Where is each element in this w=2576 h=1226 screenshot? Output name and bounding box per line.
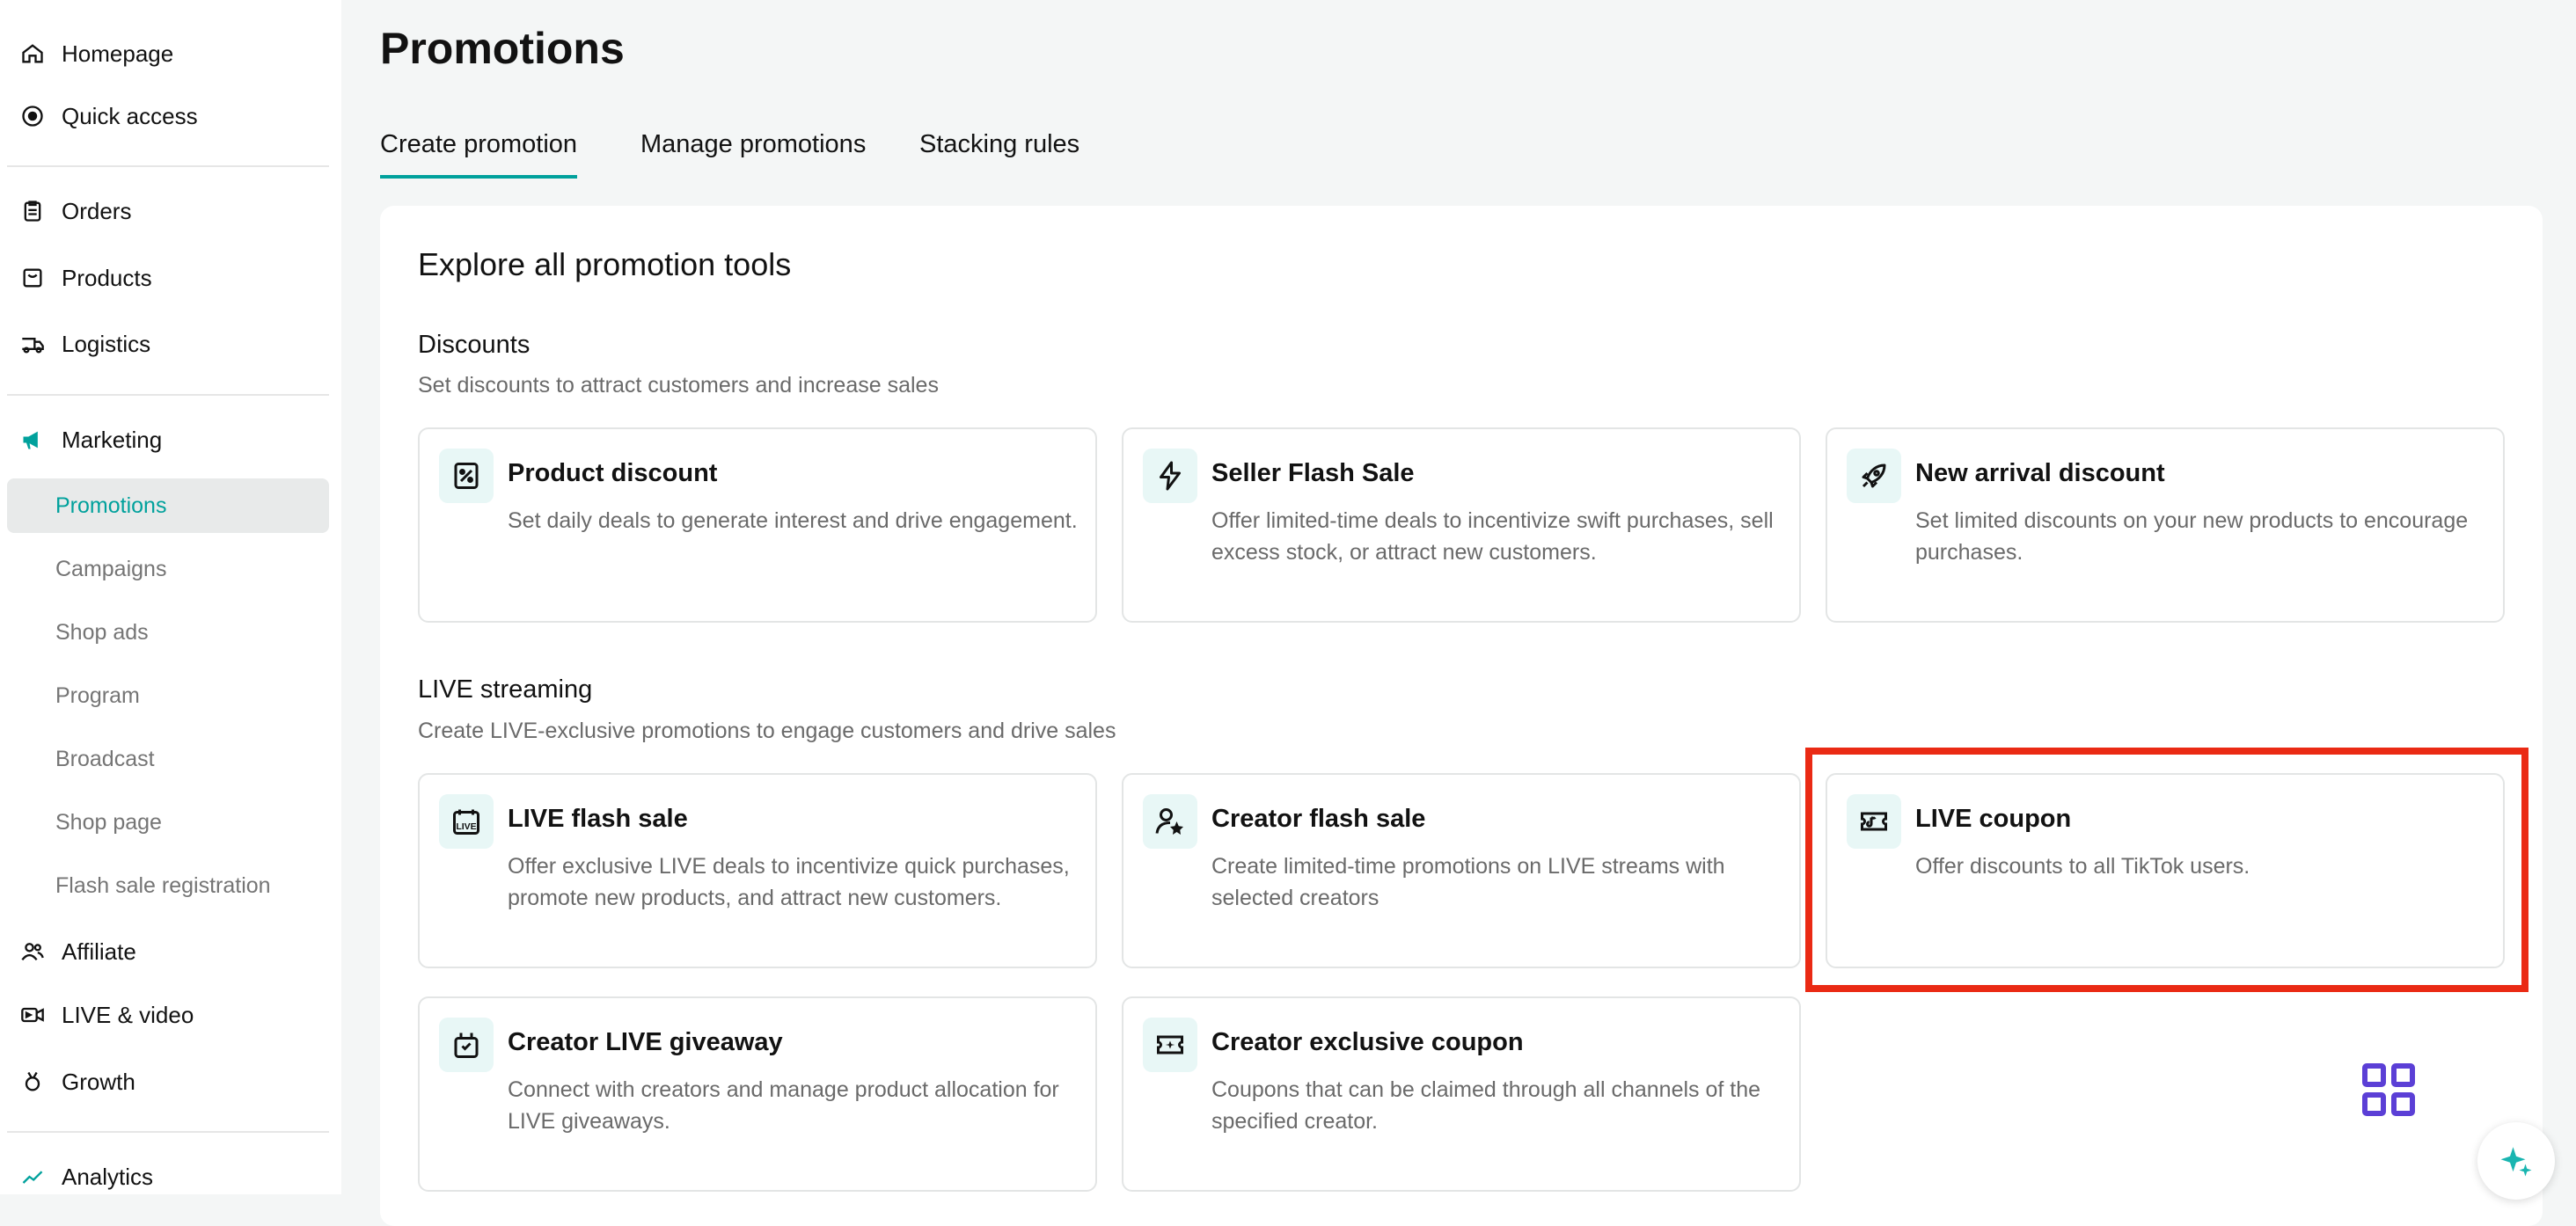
section-title-live-streaming: LIVE streaming xyxy=(418,675,593,704)
svg-text:LIVE: LIVE xyxy=(456,821,476,832)
assistant-sparkle-button[interactable] xyxy=(2477,1122,2555,1200)
clipboard-icon xyxy=(19,198,46,224)
card-new-arrival-discount[interactable]: New arrival discount Set limited discoun… xyxy=(1826,427,2505,623)
nav-logistics[interactable]: Logistics xyxy=(7,317,329,371)
sidebar-divider xyxy=(7,394,329,396)
nav-marketing-label: Marketing xyxy=(62,426,163,453)
card-title: Creator LIVE giveaway xyxy=(508,1028,783,1056)
section-desc-live-streaming: Create LIVE-exclusive promotions to enga… xyxy=(418,719,1116,743)
lightning-icon xyxy=(1143,449,1197,503)
section-title-discounts: Discounts xyxy=(418,331,531,359)
nav-live-video[interactable]: LIVE & video xyxy=(7,988,329,1042)
nav-campaigns[interactable]: Campaigns xyxy=(7,542,329,596)
home-icon xyxy=(19,40,46,67)
card-desc: Create limited-time promotions on LIVE s… xyxy=(1211,854,1725,910)
nav-products[interactable]: Products xyxy=(7,251,329,305)
rocket-icon xyxy=(1847,449,1901,503)
nav-program[interactable]: Program xyxy=(7,668,329,723)
nav-analytics[interactable]: Analytics xyxy=(7,1149,329,1194)
apps-grid-icon[interactable] xyxy=(2361,1062,2416,1117)
nav-live-video-label: LIVE & video xyxy=(62,1001,194,1028)
sidebar-divider xyxy=(7,165,329,167)
video-icon xyxy=(19,1002,46,1028)
main-content: Promotions Create promotion Manage promo… xyxy=(341,0,2576,1226)
nav-products-label: Products xyxy=(62,264,152,291)
analytics-icon xyxy=(19,1164,46,1190)
card-desc: Set limited discounts on your new produc… xyxy=(1915,508,2469,565)
card-desc: Set daily deals to generate interest and… xyxy=(508,508,1078,533)
nav-growth[interactable]: Growth xyxy=(7,1055,329,1109)
sidebar: Homepage Quick access Orders Products Lo… xyxy=(0,0,341,1194)
card-title: Creator flash sale xyxy=(1211,805,1426,833)
nav-homepage-label: Homepage xyxy=(62,40,174,67)
section-desc-discounts: Set discounts to attract customers and i… xyxy=(418,373,939,398)
card-creator-flash-sale[interactable]: Creator flash sale Create limited-time p… xyxy=(1122,773,1801,968)
nav-shop-ads[interactable]: Shop ads xyxy=(7,605,329,660)
card-creator-exclusive-coupon[interactable]: Creator exclusive coupon Coupons that ca… xyxy=(1122,996,1801,1192)
card-title: Creator exclusive coupon xyxy=(1211,1028,1524,1056)
panel-title: Explore all promotion tools xyxy=(418,246,792,282)
card-title: Seller Flash Sale xyxy=(1211,459,1415,487)
people-icon xyxy=(19,938,46,965)
live-calendar-icon: LIVE xyxy=(439,794,494,849)
tab-create-promotion[interactable]: Create promotion xyxy=(380,130,578,179)
creator-coupon-icon xyxy=(1143,1018,1197,1072)
nav-broadcast[interactable]: Broadcast xyxy=(7,732,329,786)
megaphone-icon xyxy=(19,427,46,453)
card-creator-live-giveaway[interactable]: Creator LIVE giveaway Connect with creat… xyxy=(418,996,1097,1192)
nav-quick-access-label: Quick access xyxy=(62,102,198,129)
tab-stacking-rules[interactable]: Stacking rules xyxy=(919,130,1079,175)
highlight-box xyxy=(1805,748,2528,992)
sparkle-icon xyxy=(2500,1147,2532,1177)
sidebar-divider xyxy=(7,1131,329,1133)
card-title: New arrival discount xyxy=(1915,459,2165,487)
promotion-tools-panel: Explore all promotion tools Discounts Se… xyxy=(380,206,2543,1226)
nav-promotions[interactable]: Promotions xyxy=(7,478,329,533)
giveaway-icon xyxy=(439,1018,494,1072)
nav-quick-access[interactable]: Quick access xyxy=(7,89,329,143)
nav-shop-page[interactable]: Shop page xyxy=(7,795,329,850)
box-icon xyxy=(19,265,46,291)
card-title: Product discount xyxy=(508,459,718,487)
card-desc: Coupons that can be claimed through all … xyxy=(1211,1077,1761,1134)
card-desc: Offer exclusive LIVE deals to incentiviz… xyxy=(508,854,1070,910)
medal-icon xyxy=(19,1069,46,1095)
nav-orders[interactable]: Orders xyxy=(7,184,329,238)
card-product-discount[interactable]: Product discount Set daily deals to gene… xyxy=(418,427,1097,623)
nav-marketing[interactable]: Marketing xyxy=(7,412,329,467)
nav-affiliate-label: Affiliate xyxy=(62,938,136,965)
nav-growth-label: Growth xyxy=(62,1068,135,1095)
nav-flash-sale-registration[interactable]: Flash sale registration xyxy=(7,858,329,913)
product-discount-icon xyxy=(439,449,494,503)
card-seller-flash-sale[interactable]: Seller Flash Sale Offer limited-time dea… xyxy=(1122,427,1801,623)
creator-star-icon xyxy=(1143,794,1197,849)
card-desc: Offer limited-time deals to incentivize … xyxy=(1211,508,1774,565)
card-desc: Connect with creators and manage product… xyxy=(508,1077,1059,1134)
nav-logistics-label: Logistics xyxy=(62,330,151,357)
card-live-flash-sale[interactable]: LIVE LIVE flash sale Offer exclusive LIV… xyxy=(418,773,1097,968)
quick-access-icon xyxy=(19,103,46,129)
truck-icon xyxy=(19,331,46,357)
nav-affiliate[interactable]: Affiliate xyxy=(7,924,329,979)
nav-homepage[interactable]: Homepage xyxy=(7,26,329,81)
tab-manage-promotions[interactable]: Manage promotions xyxy=(640,130,866,175)
card-title: LIVE flash sale xyxy=(508,805,688,833)
nav-orders-label: Orders xyxy=(62,197,132,224)
page-title: Promotions xyxy=(380,24,625,73)
nav-analytics-label: Analytics xyxy=(62,1163,154,1190)
